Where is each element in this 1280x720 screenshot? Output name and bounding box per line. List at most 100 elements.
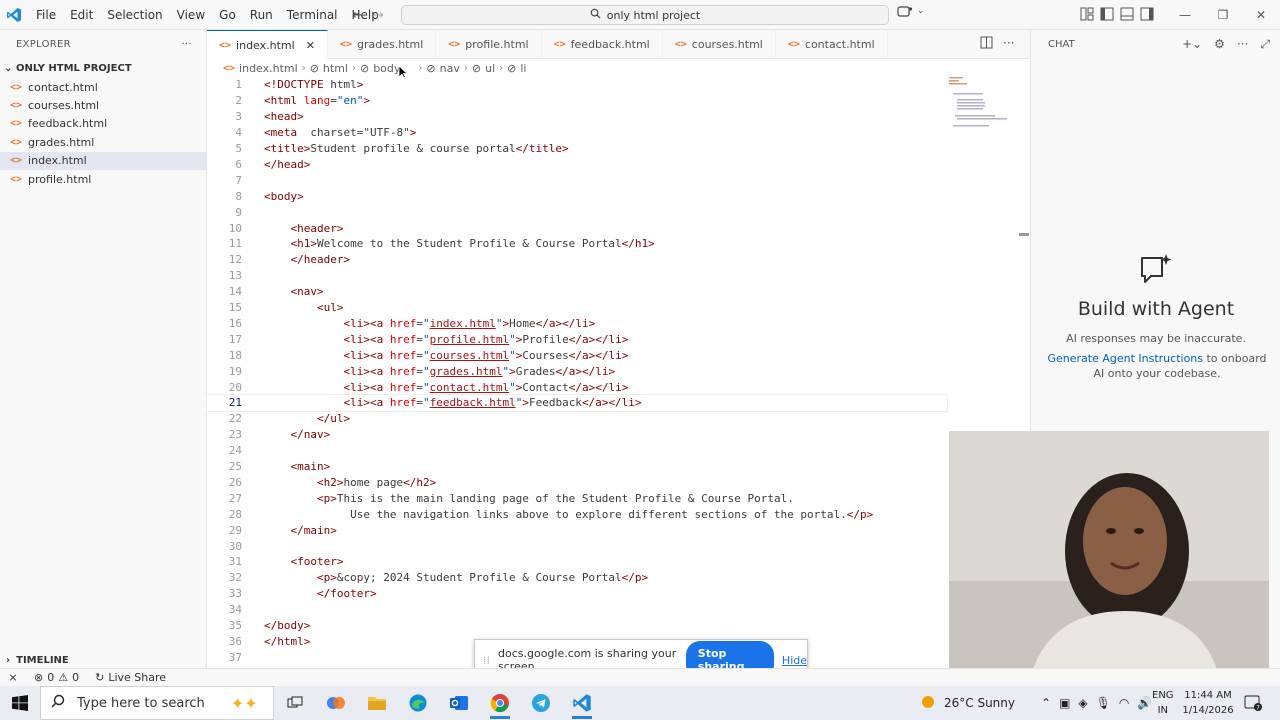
project-folder[interactable]: ⌄ ONLY HTML PROJECT [0,58,206,78]
problems-indicator[interactable]: ⊗ 0 ⚠ 0 [26,671,87,684]
more-actions-icon[interactable]: ··· [1003,36,1014,52]
code-line[interactable]: 35 </body> [207,618,947,634]
toggle-panel-icon[interactable] [1120,7,1134,24]
file-item-grades[interactable]: <> grades.html [0,133,206,151]
tab-profile[interactable]: <> profile.html [436,30,542,59]
breadcrumb-item[interactable]: li [520,62,526,75]
new-chat-icon[interactable]: +⌄ [1182,37,1202,52]
file-explorer-icon[interactable] [356,686,397,720]
minimap[interactable] [947,77,1017,137]
code-line[interactable]: 26 <h2>home page</h2> [207,475,947,491]
live-share-button[interactable]: ↻ Live Share [87,671,174,684]
code-line[interactable]: 10 <header> [207,220,947,236]
code-line[interactable]: 17 <li><a href="profile.html">Profile</a… [207,331,947,347]
code-line[interactable]: 13 [207,268,947,284]
copilot-app-icon[interactable] [315,686,356,720]
file-item-courses[interactable]: <> courses.html [0,96,206,114]
windows-start-button[interactable] [0,686,40,720]
code-line[interactable]: 1 <!DOCTYPE html> [207,77,947,93]
file-item-index[interactable]: <> index.html [0,151,206,170]
tab-index[interactable]: <> index.html ✕ [207,30,328,59]
restore-icon[interactable]: ❐ [1204,0,1242,30]
back-arrow-icon[interactable]: ← [352,8,363,23]
code-line[interactable]: 30 [207,538,947,554]
microphone-icon[interactable]: 🎙 [1096,696,1111,710]
menu-item-terminal[interactable]: Terminal [281,0,344,30]
code-line[interactable]: 23 </nav> [207,427,947,443]
tray-app-icon[interactable]: ◈ [1078,696,1087,710]
vscode-app-icon[interactable] [561,686,602,720]
maximize-icon[interactable]: ⤢ [1260,37,1270,52]
telegram-icon[interactable] [520,686,561,720]
file-item-feedback[interactable]: <> feedback.html [0,115,206,133]
breadcrumb-item[interactable]: body [373,62,400,75]
customize-layout-icon[interactable] [1080,7,1094,24]
close-icon[interactable]: ✕ [1242,0,1280,30]
tab-contact[interactable]: <> contact.html [776,30,888,59]
split-editor-icon[interactable] [980,36,993,52]
code-line[interactable]: 3 <head> [207,109,947,125]
code-line[interactable]: 22 </ul> [207,411,947,427]
code-line[interactable]: 16 <li><a href="index.html">Home</a></li… [207,316,947,332]
menu-item-run[interactable]: Run [244,0,279,30]
remote-indicator-icon[interactable]: ⨯ [0,669,26,687]
code-line[interactable]: 19 <li><a href="grades.html">Grades</a><… [207,363,947,379]
task-view-icon[interactable] [274,686,315,720]
chevron-up-icon[interactable]: ⌃ [1041,696,1051,710]
copilot-menu[interactable]: ⌄ [897,6,925,21]
close-tab-icon[interactable]: ✕ [306,39,315,52]
breadcrumb-item[interactable]: html [323,62,348,75]
taskbar-clock[interactable]: 11:44 AM 1/14/2026 [1180,688,1236,718]
code-line[interactable]: 29 </main> [207,522,947,538]
code-line[interactable]: 12 </header> [207,252,947,268]
file-item-profile[interactable]: <> profile.html [0,170,206,188]
tab-grades[interactable]: <> grades.html [328,30,437,59]
more-actions-icon[interactable]: ··· [182,39,192,50]
edge-browser-icon[interactable] [397,686,438,720]
code-line[interactable]: 15 <ul> [207,300,947,316]
timeline-section[interactable]: › TIMELINE [0,651,207,669]
code-line[interactable]: 14 <nav> [207,284,947,300]
wifi-icon[interactable]: ◠ [1119,696,1129,710]
minimize-icon[interactable]: — [1166,0,1204,30]
menu-item-edit[interactable]: Edit [64,0,99,30]
code-line[interactable]: 28 Use the navigation links above to exp… [207,506,947,522]
code-line[interactable]: 31 <footer> [207,554,947,570]
code-line[interactable]: 33 </footer> [207,586,947,602]
toggle-secondary-sidebar-icon[interactable] [1140,7,1154,24]
language-indicator[interactable]: ENG IN [1152,688,1174,718]
toggle-primary-sidebar-icon[interactable] [1100,7,1114,24]
code-line[interactable]: 21 <li><a href="feedback.html">Feedback<… [206,394,948,412]
command-center-search[interactable]: only html project [401,5,889,25]
tray-app-icon[interactable]: ▣ [1059,696,1070,710]
code-line[interactable]: 11 <h1>Welcome to the Student Profile & … [207,236,947,252]
chrome-browser-icon[interactable] [479,686,520,720]
breadcrumb-item[interactable]: index.html [239,62,298,75]
scrollbar-thumb[interactable] [1019,233,1029,236]
taskbar-search-box[interactable]: Type here to search ✦✦ [40,686,274,720]
file-item-contact[interactable]: <> contact.html [0,78,206,96]
code-line[interactable]: 34 [207,602,947,618]
gear-icon[interactable]: ⚙ [1214,37,1225,52]
code-editor[interactable]: 1 <!DOCTYPE html> 2 <html lang="en"> 3 <head>… [206,77,948,668]
menu-item-view[interactable]: View [171,0,211,30]
code-line[interactable]: 9 [207,204,947,220]
generate-instructions-link[interactable]: Generate Agent Instructions [1047,352,1203,365]
breadcrumb-item[interactable]: ul [485,62,495,75]
code-line[interactable]: 5 <title>Student profile & course portal<… [207,141,947,157]
breadcrumb-item[interactable]: nav [440,62,460,75]
code-line[interactable]: 24 [207,443,947,459]
code-line[interactable]: 8 <body> [207,188,947,204]
code-line[interactable]: 32 <p>&copy; 2024 Student Profile & Cour… [207,570,947,586]
menu-item-selection[interactable]: Selection [101,0,168,30]
weather-text[interactable]: 26°C Sunny [944,696,1015,710]
outlook-icon[interactable] [438,686,479,720]
menu-item-file[interactable]: File [30,0,62,30]
code-line[interactable]: 20 <li><a href="contact.html">Contact</a… [207,379,947,395]
code-line[interactable]: 25 <main> [207,459,947,475]
drag-handle-icon[interactable]: ⁞⁞ [483,654,490,667]
code-line[interactable]: 18 <li><a href="courses.html">Courses</a… [207,347,947,363]
code-line[interactable]: 6 </head> [207,157,947,173]
code-line[interactable]: 4 <meta charset="UTF-8"> [207,125,947,141]
tab-feedback[interactable]: <> feedback.html [542,30,663,59]
